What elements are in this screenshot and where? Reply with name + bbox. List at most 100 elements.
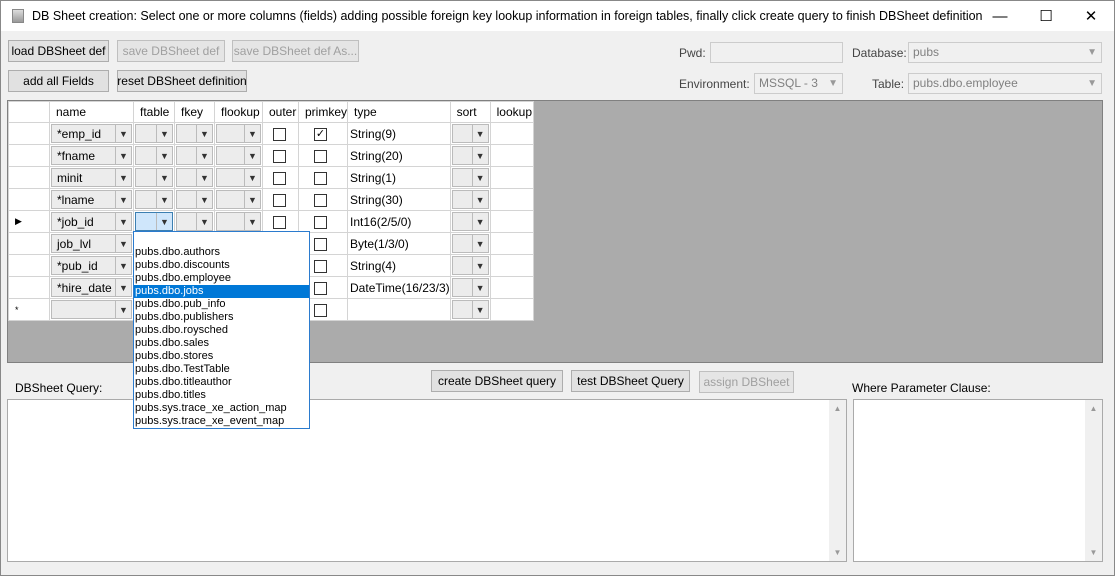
fkey-select[interactable]: ▼ xyxy=(176,168,213,187)
type-cell[interactable] xyxy=(347,298,451,321)
dropdown-option[interactable]: pubs.dbo.roysched xyxy=(134,324,309,337)
flookup-select[interactable]: ▼ xyxy=(216,190,261,209)
ftable-select[interactable]: ▼ xyxy=(135,146,173,165)
sort-select[interactable]: ▼ xyxy=(451,300,489,319)
type-cell[interactable]: String(9) xyxy=(347,122,451,145)
primkey-checkbox[interactable] xyxy=(314,237,327,251)
row-header[interactable] xyxy=(8,166,50,189)
scroll-down-icon[interactable]: ▼ xyxy=(829,544,846,561)
table-select[interactable]: pubs.dbo.employee ▼ xyxy=(908,73,1102,94)
ftable-cell[interactable]: ▼ xyxy=(133,122,175,145)
primkey-cell[interactable] xyxy=(297,144,349,167)
sort-select[interactable]: ▼ xyxy=(451,146,489,165)
dropdown-option[interactable]: pubs.dbo.publishers xyxy=(134,311,309,324)
name-cell[interactable]: *lname ▼ xyxy=(49,188,134,211)
ftable-cell[interactable]: ▼ xyxy=(133,144,175,167)
type-cell[interactable]: Int16(2/5/0) xyxy=(347,210,451,233)
lookup-cell[interactable] xyxy=(489,254,534,277)
dropdown-option[interactable]: pubs.dbo.pub_info xyxy=(134,298,309,311)
col-header-name[interactable]: name xyxy=(49,101,134,123)
col-header-lookup[interactable]: lookup xyxy=(489,101,534,123)
table-row[interactable]: *lname ▼ ▼ ▼ ▼ String(30) ▼ xyxy=(8,188,534,211)
lookup-cell[interactable] xyxy=(489,276,534,299)
row-header[interactable] xyxy=(8,232,50,255)
flookup-cell[interactable]: ▼ xyxy=(214,122,263,145)
database-select[interactable]: pubs ▼ xyxy=(908,42,1102,63)
pwd-field[interactable] xyxy=(710,42,843,63)
name-select[interactable]: *emp_id ▼ xyxy=(51,124,132,143)
ftable-cell[interactable]: ▼ xyxy=(133,188,175,211)
dropdown-option[interactable]: pubs.dbo.TestTable xyxy=(134,363,309,376)
ftable-cell[interactable]: ▼ xyxy=(133,166,175,189)
sort-cell[interactable]: ▼ xyxy=(449,298,491,321)
flookup-select[interactable]: ▼ xyxy=(216,146,261,165)
fkey-cell[interactable]: ▼ xyxy=(174,122,215,145)
dropdown-option[interactable]: pubs.sys.trace_xe_event_map xyxy=(134,415,309,428)
table-row[interactable]: minit ▼ ▼ ▼ ▼ String(1) ▼ xyxy=(8,166,534,189)
ftable-select[interactable]: ▼ xyxy=(135,168,173,187)
dropdown-option[interactable]: pubs.dbo.employee xyxy=(134,272,309,285)
type-cell[interactable]: Byte(1/3/0) xyxy=(347,232,451,255)
sort-cell[interactable]: ▼ xyxy=(449,276,491,299)
type-cell[interactable]: DateTime(16/23/3) xyxy=(347,276,451,299)
sort-select[interactable]: ▼ xyxy=(451,278,489,297)
name-select[interactable]: ▼ xyxy=(51,300,132,319)
where-scrollbar[interactable]: ▲ ▼ xyxy=(1085,400,1102,561)
maximize-button[interactable]: ☐ xyxy=(1023,1,1069,31)
outer-checkbox[interactable] xyxy=(273,193,286,207)
table-row[interactable]: *emp_id ▼ ▼ ▼ ▼ ✓ String(9) ▼ xyxy=(8,122,534,145)
lookup-cell[interactable] xyxy=(489,188,534,211)
fkey-cell[interactable]: ▼ xyxy=(174,188,215,211)
flookup-cell[interactable]: ▼ xyxy=(214,166,263,189)
lookup-cell[interactable] xyxy=(489,298,534,321)
col-header-sort[interactable]: sort xyxy=(449,101,491,123)
primkey-checkbox[interactable] xyxy=(314,149,327,163)
name-select[interactable]: *job_id ▼ xyxy=(51,212,132,231)
dropdown-option[interactable]: pubs.dbo.authors xyxy=(134,246,309,259)
flookup-select[interactable]: ▼ xyxy=(216,212,261,231)
dropdown-option[interactable]: pubs.dbo.titleauthor xyxy=(134,376,309,389)
flookup-cell[interactable]: ▼ xyxy=(214,210,263,233)
outer-checkbox[interactable] xyxy=(273,215,286,229)
outer-checkbox[interactable] xyxy=(273,171,286,185)
name-cell[interactable]: *fname ▼ xyxy=(49,144,134,167)
minimize-button[interactable]: — xyxy=(977,1,1023,31)
flookup-select[interactable]: ▼ xyxy=(216,124,261,143)
lookup-cell[interactable] xyxy=(489,122,534,145)
ftable-dropdown-list[interactable]: pubs.dbo.authors pubs.dbo.discounts pubs.d… xyxy=(133,231,310,429)
sort-cell[interactable]: ▼ xyxy=(449,232,491,255)
type-cell[interactable]: String(4) xyxy=(347,254,451,277)
flookup-cell[interactable]: ▼ xyxy=(214,188,263,211)
col-header-fkey[interactable]: fkey xyxy=(174,101,215,123)
name-cell[interactable]: job_lvl ▼ xyxy=(49,232,134,255)
name-select[interactable]: *lname ▼ xyxy=(51,190,132,209)
flookup-cell[interactable]: ▼ xyxy=(214,144,263,167)
name-select[interactable]: *fname ▼ xyxy=(51,146,132,165)
assign-dbsheet-button[interactable]: assign DBSheet xyxy=(699,371,794,393)
name-select[interactable]: minit ▼ xyxy=(51,168,132,187)
fkey-cell[interactable]: ▼ xyxy=(174,144,215,167)
sort-cell[interactable]: ▼ xyxy=(449,144,491,167)
primkey-checkbox[interactable] xyxy=(314,259,327,273)
row-header[interactable] xyxy=(8,144,50,167)
type-cell[interactable]: String(20) xyxy=(347,144,451,167)
primkey-cell[interactable] xyxy=(297,210,349,233)
outer-checkbox[interactable] xyxy=(273,127,286,141)
primkey-cell[interactable] xyxy=(297,166,349,189)
outer-cell[interactable] xyxy=(262,122,299,145)
primkey-checkbox[interactable] xyxy=(314,193,327,207)
name-cell[interactable]: *emp_id ▼ xyxy=(49,122,134,145)
create-dbsheet-query-button[interactable]: create DBSheet query xyxy=(431,370,563,392)
col-header-flookup[interactable]: flookup xyxy=(214,101,263,123)
dropdown-option[interactable]: pubs.dbo.titles xyxy=(134,389,309,402)
name-cell[interactable]: minit ▼ xyxy=(49,166,134,189)
sort-select[interactable]: ▼ xyxy=(451,212,489,231)
row-header[interactable] xyxy=(8,276,50,299)
sort-cell[interactable]: ▼ xyxy=(449,254,491,277)
name-cell[interactable]: *pub_id ▼ xyxy=(49,254,134,277)
fkey-select[interactable]: ▼ xyxy=(176,124,213,143)
lookup-cell[interactable] xyxy=(489,232,534,255)
name-select[interactable]: *pub_id ▼ xyxy=(51,256,132,275)
lookup-cell[interactable] xyxy=(489,210,534,233)
lookup-cell[interactable] xyxy=(489,144,534,167)
